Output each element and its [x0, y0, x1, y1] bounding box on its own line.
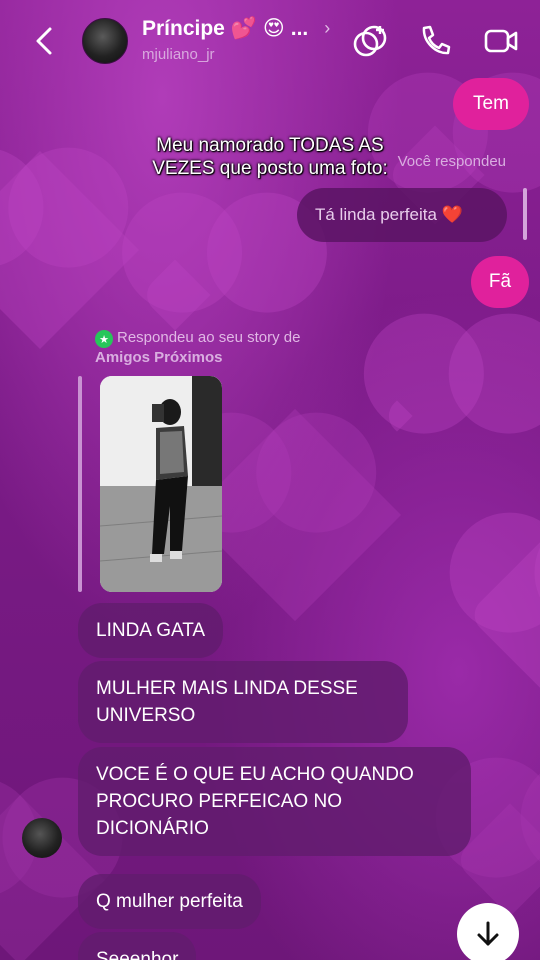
quoted-message-text: Tá linda perfeita ❤️	[315, 205, 463, 224]
incoming-message[interactable]: LINDA GATA	[78, 603, 224, 658]
incoming-message[interactable]: Q mulher perfeita	[78, 874, 261, 929]
chat-header: Príncipe 💕 😍 ... › mjuliano_jr	[0, 0, 540, 82]
outgoing-message[interactable]: Tem	[453, 78, 529, 130]
contact-name-row: Príncipe 💕 😍 ... ›	[142, 16, 330, 41]
phone-icon[interactable]	[416, 22, 454, 60]
outgoing-message[interactable]: Fã	[471, 256, 529, 308]
message-text: MULHER MAIS LINDA DESSE UNIVERSO	[96, 678, 358, 726]
story-reply-label: Respondeu ao seu story de Amigos Próximo…	[95, 328, 300, 368]
message-text: Q mulher perfeita	[96, 891, 243, 912]
you-replied-label: Você respondeu	[397, 153, 506, 170]
back-arrow-icon[interactable]	[28, 24, 62, 58]
message-text: LINDA GATA	[96, 620, 206, 641]
incoming-message[interactable]: Seeenhor	[78, 932, 197, 960]
replied-quote-bubble[interactable]: Tá linda perfeita ❤️	[297, 188, 507, 242]
contact-name: Príncipe	[142, 16, 225, 40]
story-reply-line	[78, 376, 82, 592]
contact-title[interactable]: Príncipe 💕 😍 ... › mjuliano_jr	[142, 16, 330, 64]
story-reply-label-line2: Amigos Próximos	[95, 349, 223, 366]
message-text: Fã	[488, 271, 512, 292]
arrow-down-icon	[477, 921, 499, 946]
message-text: VOCE É O QUE EU ACHO QUANDO PROCURO PERF…	[96, 764, 414, 839]
background-heart	[139, 259, 211, 331]
background-heart	[467, 537, 540, 693]
incoming-message[interactable]: VOCE É O QUE EU ACHO QUANDO PROCURO PERF…	[78, 747, 471, 856]
name-ellipsis: ...	[290, 16, 309, 40]
incoming-message[interactable]: MULHER MAIS LINDA DESSE UNIVERSO	[78, 661, 408, 743]
background-heart	[381, 400, 413, 432]
chevron-right-icon: ›	[324, 18, 331, 38]
message-text: Seeenhor	[96, 949, 179, 960]
story-thumbnail[interactable]	[100, 376, 222, 592]
scrollbar[interactable]	[523, 188, 527, 240]
story-reply-label-line1: Respondeu ao seu story de	[117, 329, 301, 346]
story-photo	[100, 376, 222, 592]
contact-emojis: 💕 😍	[230, 17, 285, 40]
contact-avatar[interactable]	[82, 18, 128, 64]
sender-avatar[interactable]	[22, 818, 62, 858]
scroll-to-bottom-button[interactable]	[457, 903, 519, 960]
contact-username: mjuliano_jr	[142, 46, 215, 63]
effects-icon[interactable]	[351, 22, 389, 60]
video-caption-overlay: Meu namorado TODAS AS VEZES que posto um…	[152, 135, 388, 179]
video-call-icon[interactable]	[482, 22, 520, 60]
message-text: Tem	[473, 93, 509, 114]
background-heart	[0, 151, 139, 349]
